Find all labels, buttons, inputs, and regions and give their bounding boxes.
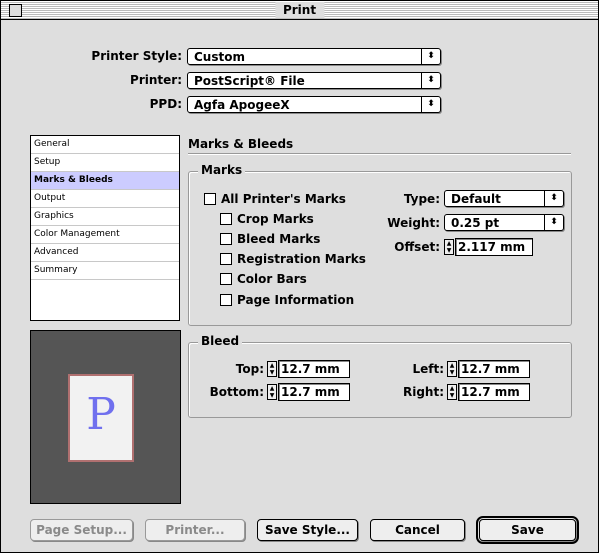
printer-style-popup[interactable]: Custom ⬍ <box>187 48 441 65</box>
stepper-arrows-icon[interactable]: ▲ ▼ <box>444 239 454 255</box>
bleed-right-input[interactable]: 12.7 mm <box>458 383 530 401</box>
page-preview: P <box>30 330 181 504</box>
close-box[interactable] <box>9 4 22 17</box>
weight-label: Weight: <box>387 216 440 230</box>
bleed-marks-checkbox[interactable]: Bleed Marks <box>220 232 320 246</box>
bleed-bottom-input[interactable]: 12.7 mm <box>278 383 350 401</box>
cancel-button[interactable]: Cancel <box>370 519 465 541</box>
type-label: Type: <box>403 192 440 206</box>
popup-arrows-icon: ⬍ <box>544 215 563 230</box>
popup-arrows-icon: ⬍ <box>421 97 440 112</box>
printer-style-label: Printer Style: <box>91 49 182 63</box>
printer-button[interactable]: Printer... <box>145 519 245 541</box>
ppd-value: Agfa ApogeeX <box>194 98 290 112</box>
print-dialog: Print Printer Style: Custom ⬍ Printer: P… <box>0 0 599 553</box>
printer-value: PostScript® File <box>194 74 305 88</box>
divider <box>188 153 571 155</box>
marks-group-title: Marks <box>198 163 246 177</box>
printer-popup[interactable]: PostScript® File ⬍ <box>187 72 441 89</box>
sidebar-item-advanced[interactable]: Advanced <box>31 244 179 262</box>
bleed-group <box>188 342 572 418</box>
sidebar-item-setup[interactable]: Setup <box>31 154 179 172</box>
bleed-left-input[interactable]: 12.7 mm <box>458 360 530 378</box>
color-bars-checkbox[interactable]: Color Bars <box>220 272 307 286</box>
title-bar[interactable]: Print <box>1 1 598 20</box>
bleed-left-field: ▲ ▼ 12.7 mm <box>447 360 530 378</box>
weight-value: 0.25 pt <box>451 216 500 230</box>
ppd-label: PPD: <box>149 97 182 111</box>
stepper-arrows-icon[interactable]: ▲ ▼ <box>447 361 457 377</box>
offset-field: ▲ ▼ 2.117 mm <box>444 238 533 256</box>
bleed-bottom-field: ▲ ▼ 12.7 mm <box>267 383 350 401</box>
window-title: Print <box>274 2 325 18</box>
bleed-top-field: ▲ ▼ 12.7 mm <box>267 360 350 378</box>
popup-arrows-icon: ⬍ <box>421 49 440 64</box>
save-button[interactable]: Save <box>476 516 579 544</box>
bleed-left-label: Left: <box>412 362 444 376</box>
page-information-checkbox[interactable]: Page Information <box>220 293 354 307</box>
popup-arrows-icon: ⬍ <box>421 73 440 88</box>
sidebar-item-output[interactable]: Output <box>31 190 179 208</box>
panel-title: Marks & Bleeds <box>188 137 294 151</box>
bleed-right-field: ▲ ▼ 12.7 mm <box>447 383 530 401</box>
all-printers-marks-checkbox[interactable]: All Printer's Marks <box>204 192 346 206</box>
offset-input[interactable]: 2.117 mm <box>455 238 533 256</box>
bleed-bottom-label: Bottom: <box>209 385 264 399</box>
bleed-top-label: Top: <box>235 362 264 376</box>
preview-page: P <box>68 374 134 462</box>
checkbox-box <box>220 233 232 245</box>
sidebar-item-summary[interactable]: Summary <box>31 262 179 280</box>
category-list: General Setup Marks & Bleeds Output Grap… <box>30 135 180 321</box>
checkbox-box <box>220 294 232 306</box>
preview-glyph: P <box>86 389 116 440</box>
printer-style-value: Custom <box>194 50 245 64</box>
checkbox-box <box>220 213 232 225</box>
crop-marks-checkbox[interactable]: Crop Marks <box>220 212 314 226</box>
bleed-right-label: Right: <box>402 385 444 399</box>
checkbox-box <box>204 193 216 205</box>
stepper-arrows-icon[interactable]: ▲ ▼ <box>267 384 277 400</box>
page-setup-button[interactable]: Page Setup... <box>30 519 133 541</box>
type-value: Default <box>451 192 501 206</box>
popup-arrows-icon: ⬍ <box>544 191 563 206</box>
offset-label: Offset: <box>394 240 440 254</box>
sidebar-item-color-management[interactable]: Color Management <box>31 226 179 244</box>
bleed-top-input[interactable]: 12.7 mm <box>278 360 350 378</box>
bleed-group-title: Bleed <box>198 334 243 348</box>
type-popup[interactable]: Default ⬍ <box>444 190 564 207</box>
ppd-popup[interactable]: Agfa ApogeeX ⬍ <box>187 96 441 113</box>
checkbox-box <box>220 273 232 285</box>
checkbox-box <box>220 253 232 265</box>
stepper-arrows-icon[interactable]: ▲ ▼ <box>447 384 457 400</box>
sidebar-item-marks-bleeds[interactable]: Marks & Bleeds <box>31 172 179 190</box>
sidebar-item-general[interactable]: General <box>31 136 179 154</box>
save-style-button[interactable]: Save Style... <box>257 519 358 541</box>
sidebar-item-graphics[interactable]: Graphics <box>31 208 179 226</box>
stepper-arrows-icon[interactable]: ▲ ▼ <box>267 361 277 377</box>
weight-popup[interactable]: 0.25 pt ⬍ <box>444 214 564 231</box>
printer-label: Printer: <box>130 73 182 87</box>
registration-marks-checkbox[interactable]: Registration Marks <box>220 252 366 266</box>
